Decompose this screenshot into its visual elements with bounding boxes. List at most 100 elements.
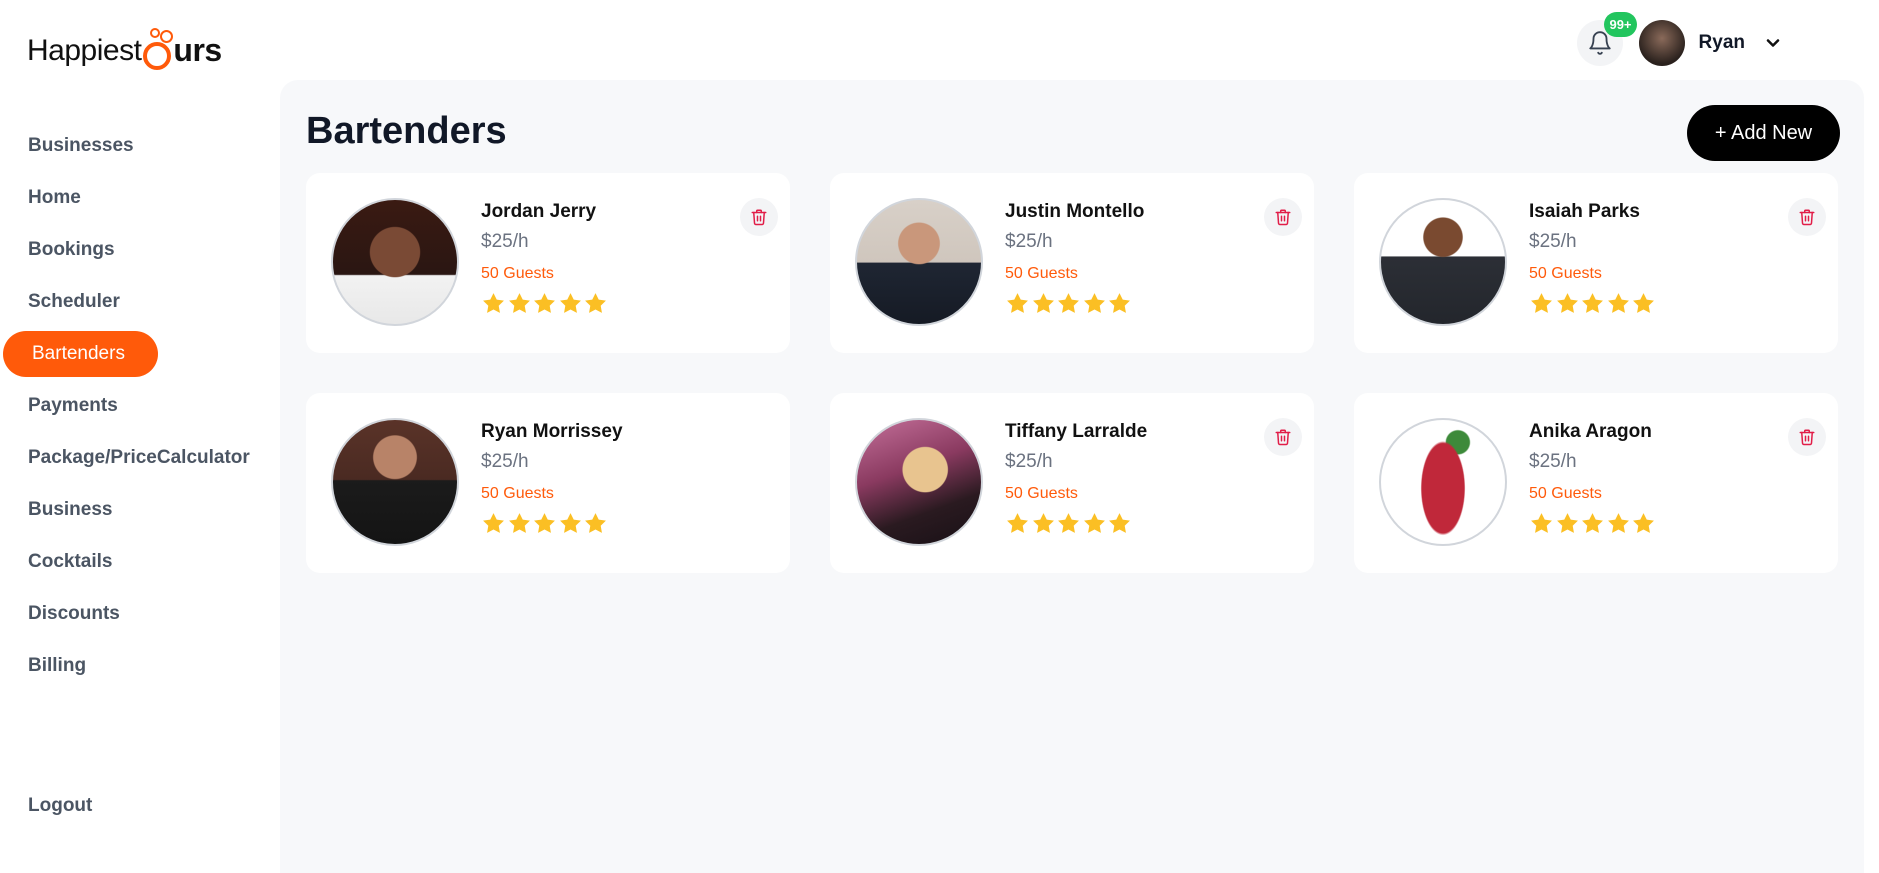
star-icon — [1058, 293, 1079, 313]
notifications-button[interactable]: 99+ — [1576, 12, 1637, 66]
sidebar-item-bookings[interactable]: Bookings — [0, 224, 280, 276]
bartender-photo — [855, 198, 983, 326]
bartender-grid: Jordan Jerry $25/h 50 Guests Justin Mont… — [306, 173, 1838, 573]
bartender-name: Tiffany Larralde — [1005, 421, 1148, 442]
bartender-rate: $25/h — [1529, 451, 1577, 472]
star-icon — [508, 513, 530, 533]
notification-count-badge: 99+ — [1604, 12, 1637, 37]
bartender-name: Jordan Jerry — [481, 201, 597, 222]
star-icon — [483, 513, 504, 533]
bartender-rate: $25/h — [1005, 451, 1053, 472]
star-icon — [534, 513, 555, 533]
page-title: Bartenders — [306, 110, 507, 152]
star-icon — [534, 293, 555, 313]
star-icon — [1582, 293, 1603, 313]
sidebar-item-businesses[interactable]: Businesses — [0, 120, 280, 172]
star-icon — [1607, 293, 1629, 313]
sidebar-nav: Businesses Home Bookings Scheduler Barte… — [0, 120, 280, 692]
bartender-name: Ryan Morrissey — [481, 421, 623, 442]
star-icon — [1582, 513, 1603, 533]
sidebar-item-discounts[interactable]: Discounts — [0, 588, 280, 640]
bartender-guests: 50 Guests — [481, 485, 554, 502]
star-icon — [1556, 293, 1578, 313]
star-rating — [1529, 511, 1657, 536]
bartender-photo — [855, 418, 983, 546]
sidebar-item-business[interactable]: Business — [0, 484, 280, 536]
bartender-card[interactable]: Anika Aragon $25/h 50 Guests — [1354, 393, 1838, 573]
star-icon — [1007, 513, 1028, 533]
bartender-photo — [1379, 198, 1507, 326]
bartender-photo — [331, 418, 459, 546]
bartender-guests: 50 Guests — [1005, 485, 1078, 502]
bartender-card[interactable]: Jordan Jerry $25/h 50 Guests — [306, 173, 790, 353]
sidebar-item-home[interactable]: Home — [0, 172, 280, 224]
main-content: Bartenders + Add New Jordan Jerry $25/h … — [280, 80, 1864, 873]
bartender-card[interactable]: Justin Montello $25/h 50 Guests — [830, 173, 1314, 353]
delete-button[interactable] — [1788, 198, 1826, 236]
star-rating — [481, 291, 609, 316]
delete-button[interactable] — [1264, 198, 1302, 236]
sidebar-item-payments[interactable]: Payments — [0, 380, 280, 432]
bartender-rate: $25/h — [481, 231, 529, 252]
star-icon — [1109, 513, 1130, 533]
star-icon — [585, 513, 606, 533]
topbar-user-area: 99+ Ryan — [1576, 12, 1783, 66]
bartender-name: Anika Aragon — [1529, 421, 1652, 442]
bartender-rate: $25/h — [1529, 231, 1577, 252]
trash-icon — [1799, 209, 1815, 226]
user-avatar[interactable] — [1638, 20, 1685, 66]
logout-link[interactable]: Logout — [28, 795, 92, 817]
star-icon — [1083, 293, 1105, 313]
star-icon — [1109, 293, 1130, 313]
logo-text-prefix: Happiest — [27, 34, 142, 67]
trash-icon — [1799, 429, 1815, 446]
star-icon — [1032, 293, 1054, 313]
star-icon — [1607, 513, 1629, 533]
star-rating — [1529, 291, 1657, 316]
star-icon — [1058, 513, 1079, 533]
sidebar-item-scheduler[interactable]: Scheduler — [0, 276, 280, 328]
bartender-card[interactable]: Ryan Morrissey $25/h 50 Guests — [306, 393, 790, 573]
star-icon — [1556, 513, 1578, 533]
bartender-name: Justin Montello — [1005, 201, 1145, 222]
bartender-guests: 50 Guests — [1529, 265, 1602, 282]
trash-icon — [1275, 209, 1291, 226]
logo-bubbles-icon — [142, 28, 174, 70]
user-name[interactable]: Ryan — [1699, 32, 1745, 54]
sidebar-item-cocktails[interactable]: Cocktails — [0, 536, 280, 588]
star-icon — [1032, 513, 1054, 533]
star-icon — [1531, 293, 1552, 313]
delete-button[interactable] — [1264, 418, 1302, 456]
delete-button[interactable] — [740, 198, 778, 236]
delete-button[interactable] — [1788, 418, 1826, 456]
bartender-card[interactable]: Tiffany Larralde $25/h 50 Guests — [830, 393, 1314, 573]
bartender-rate: $25/h — [1005, 231, 1053, 252]
bartender-photo — [1379, 418, 1507, 546]
star-rating — [1005, 511, 1147, 536]
star-icon — [559, 293, 581, 313]
add-new-button[interactable]: + Add New — [1687, 105, 1840, 161]
sidebar-item-billing[interactable]: Billing — [0, 640, 280, 692]
bartender-name: Isaiah Parks — [1529, 201, 1640, 222]
bartender-guests: 50 Guests — [1005, 265, 1078, 282]
star-icon — [1531, 513, 1552, 533]
chevron-down-icon[interactable] — [1763, 33, 1783, 53]
star-rating — [1005, 291, 1144, 316]
star-icon — [1633, 513, 1654, 533]
star-icon — [585, 293, 606, 313]
logo-text-suffix: urs — [173, 32, 222, 68]
star-icon — [508, 293, 530, 313]
bartender-card[interactable]: Isaiah Parks $25/h 50 Guests — [1354, 173, 1838, 353]
star-icon — [1007, 293, 1028, 313]
star-rating — [481, 511, 623, 536]
app-logo[interactable]: Happiest urs — [27, 14, 222, 70]
star-icon — [1633, 293, 1654, 313]
star-icon — [1083, 513, 1105, 533]
bartender-guests: 50 Guests — [481, 265, 554, 282]
star-icon — [483, 293, 504, 313]
bartender-guests: 50 Guests — [1529, 485, 1602, 502]
trash-icon — [751, 209, 767, 226]
bartender-rate: $25/h — [481, 451, 529, 472]
sidebar-item-package-price-calculator[interactable]: Package/PriceCalculator — [0, 432, 280, 484]
sidebar-item-bartenders[interactable]: Bartenders — [3, 331, 158, 377]
